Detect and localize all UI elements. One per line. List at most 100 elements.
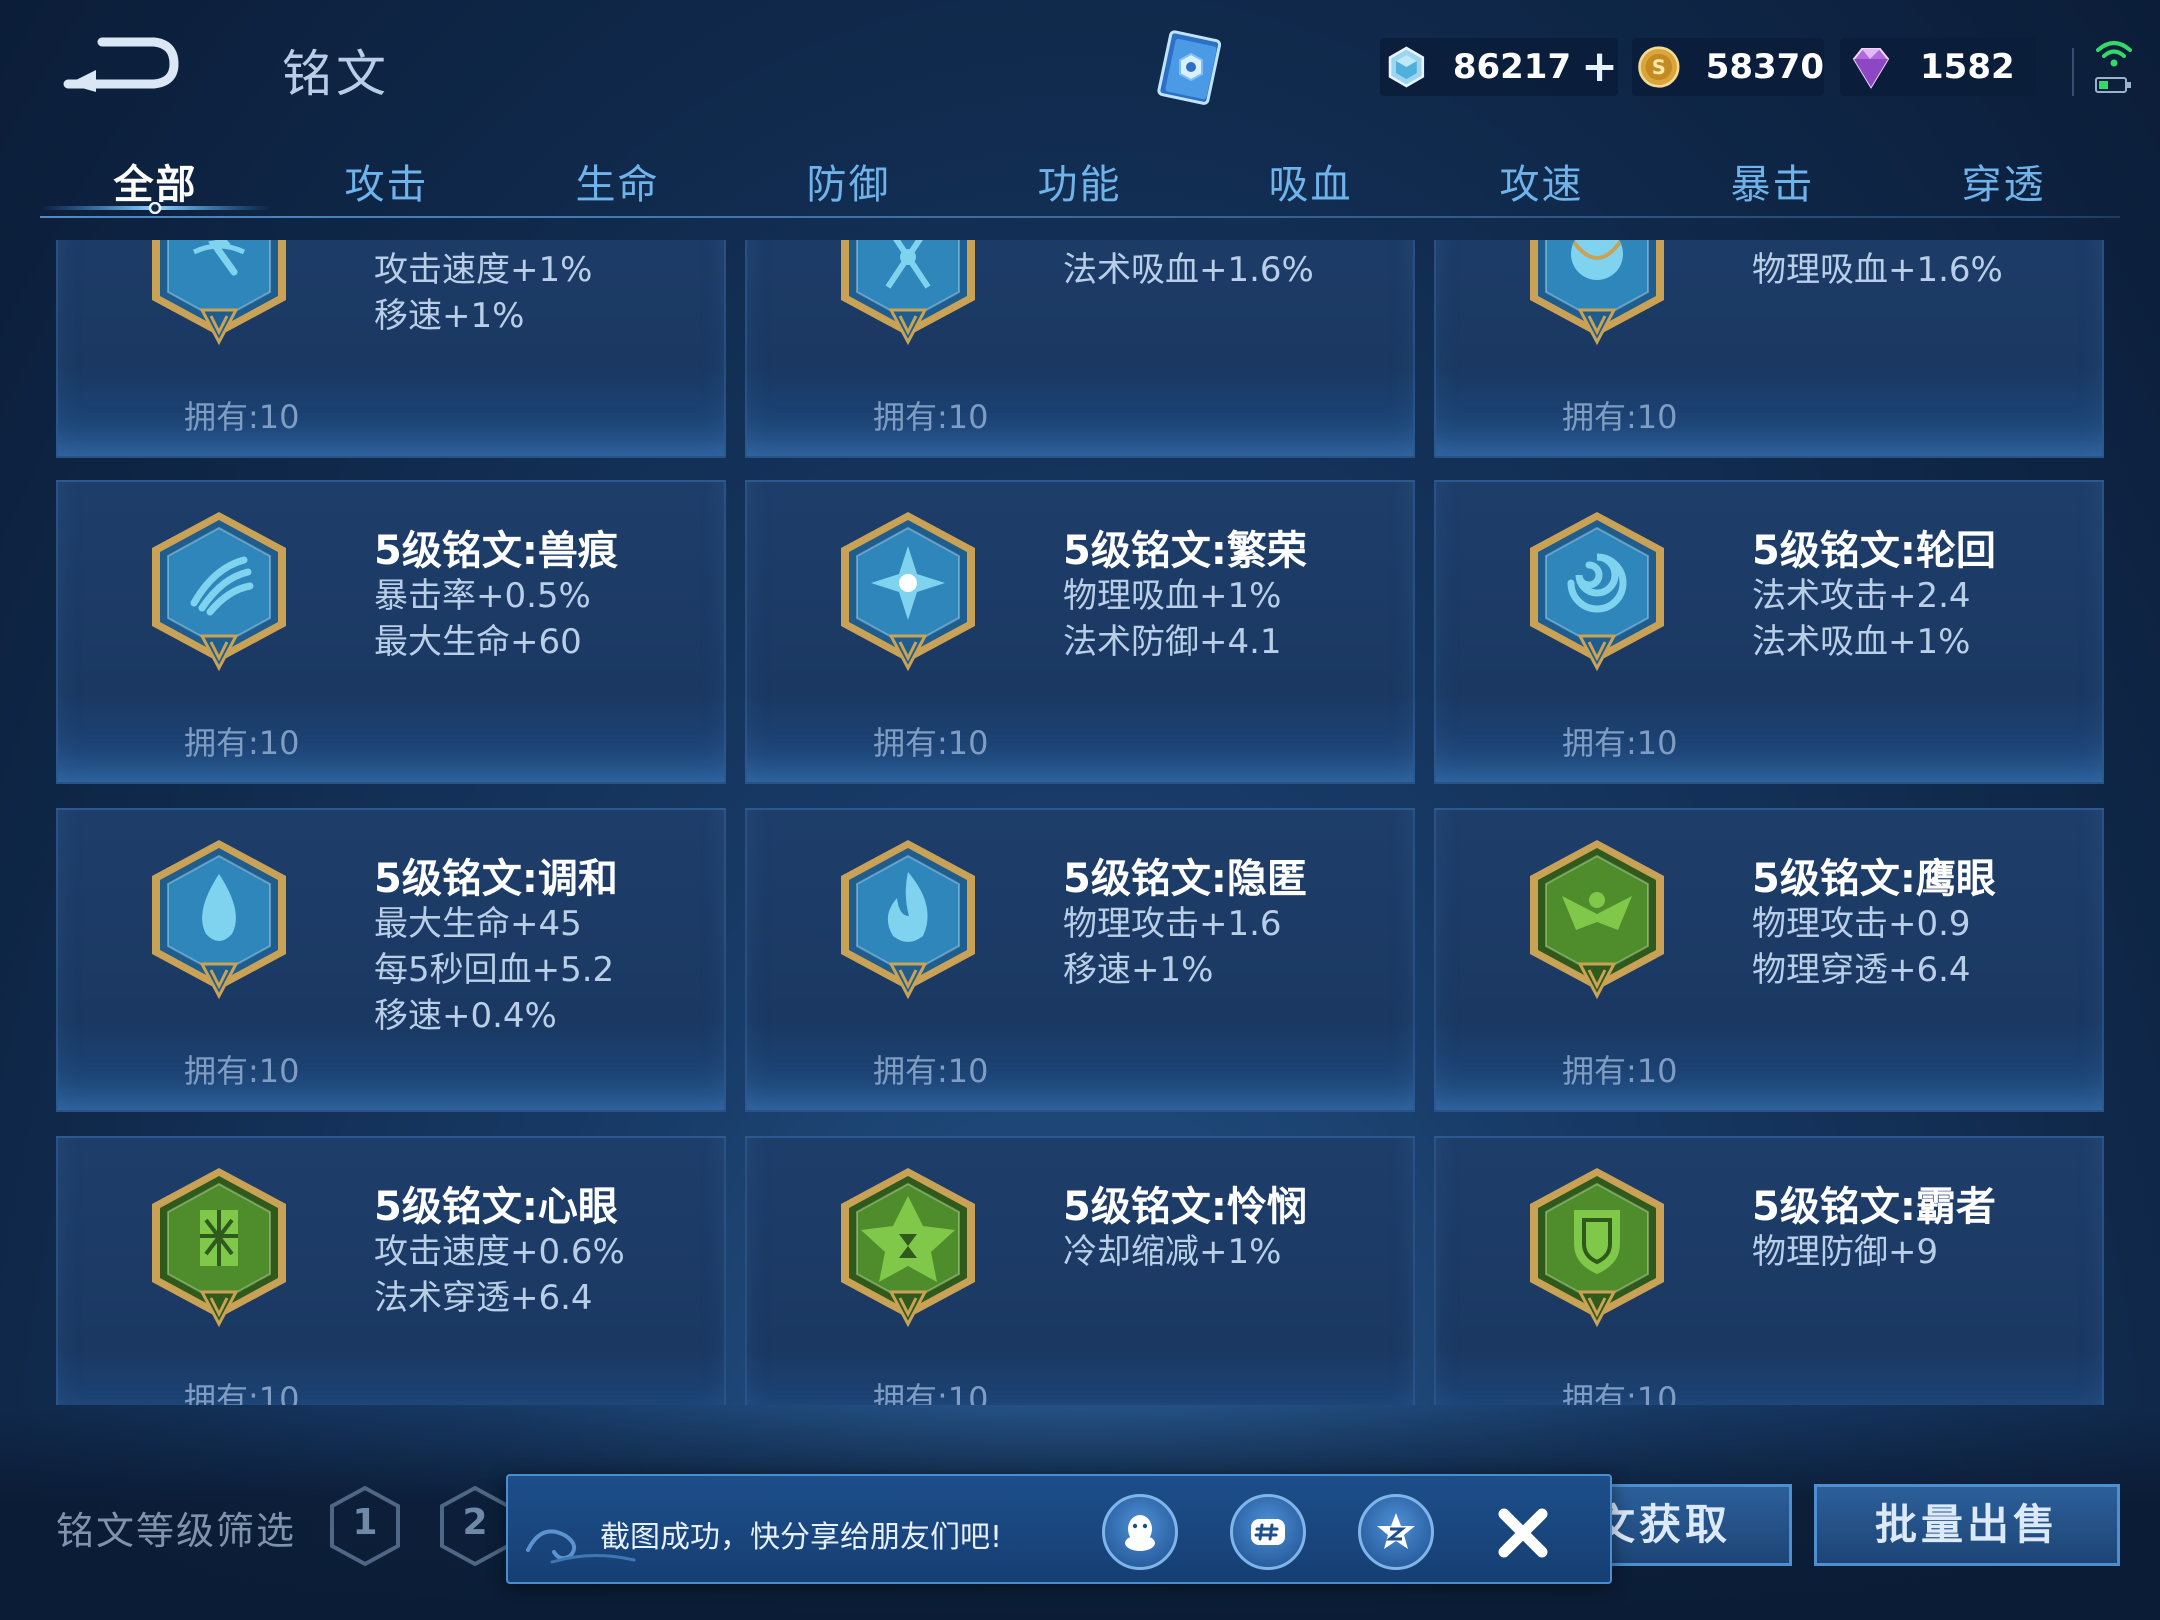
purple-gem-icon bbox=[1852, 48, 1890, 89]
diamond-coupon-balance: 86217 + bbox=[1380, 38, 1618, 96]
add-currency-button[interactable]: + bbox=[1581, 45, 1618, 89]
tab-utility[interactable]: 功能 bbox=[964, 140, 1195, 218]
gold-balance: S 58370 bbox=[1632, 38, 1824, 96]
tab-label: 生命 bbox=[575, 162, 660, 208]
owned-count: 拥有:10 bbox=[1562, 724, 1678, 762]
hourglass-rune-icon bbox=[833, 1164, 983, 1332]
crystal-rune-icon bbox=[833, 240, 983, 350]
claw-rune-icon bbox=[144, 508, 294, 676]
tab-defense[interactable]: 防御 bbox=[733, 140, 964, 218]
share-moments-button[interactable] bbox=[1230, 1494, 1306, 1570]
diamond-coupon-value: 86217 bbox=[1452, 47, 1572, 87]
back-arrow-icon bbox=[63, 37, 179, 92]
tab-label: 暴击 bbox=[1730, 162, 1815, 208]
rune-attribute: 法术吸血+1% bbox=[1752, 622, 1971, 662]
rune-card[interactable]: 5级铭文:隐匿 物理攻击+1.6 移速+1% 拥有:10 bbox=[745, 808, 1415, 1112]
wechat-moments-icon bbox=[1251, 1519, 1285, 1545]
flame-rune-icon bbox=[833, 836, 983, 1004]
owned-count: 拥有:10 bbox=[873, 1052, 989, 1090]
rune-attribute: 法术攻击+2.4 bbox=[1752, 576, 1971, 616]
qq-icon bbox=[1125, 1515, 1155, 1551]
tab-divider bbox=[40, 216, 2120, 218]
screenshot-share-toast: 截图成功，快分享给朋友们吧! bbox=[506, 1474, 1612, 1584]
rune-card[interactable]: 5级铭文:怜悯 冷却缩减+1% 拥有:10 bbox=[745, 1136, 1415, 1405]
rune-card[interactable]: 5级铭文:心眼 攻击速度+0.6% 法术穿透+6.4 拥有:10 bbox=[56, 1136, 726, 1405]
owned-count: 拥有:10 bbox=[184, 398, 300, 436]
rune-attribute: 法术防御+4.1 bbox=[1063, 622, 1282, 662]
top-bar: 铭文 86217 + S 58370 1582 bbox=[0, 0, 2160, 140]
battery-icon bbox=[2095, 77, 2131, 93]
rune-card[interactable]: 5级铭文:轮回 法术攻击+2.4 法术吸血+1% 拥有:10 bbox=[1434, 480, 2104, 784]
gem-balance: 1582 bbox=[1840, 38, 2036, 96]
close-toast-button[interactable] bbox=[1488, 1498, 1558, 1568]
rune-card[interactable]: 5级铭文:兽痕 暴击率+0.5% 最大生命+60 拥有:10 bbox=[56, 480, 726, 784]
rune-attribute: 暴击率+0.5% bbox=[374, 576, 591, 616]
tab-label: 吸血 bbox=[1268, 162, 1353, 208]
owned-count: 拥有:10 bbox=[873, 398, 989, 436]
rune-attribute: 移速+0.4% bbox=[374, 996, 557, 1036]
qzone-icon bbox=[1377, 1513, 1415, 1549]
owned-count: 拥有:10 bbox=[1562, 398, 1678, 436]
share-qzone-button[interactable] bbox=[1358, 1494, 1434, 1570]
rune-card[interactable]: 物理吸血+1.6% 拥有:10 bbox=[1434, 240, 2104, 458]
rune-attribute: 最大生命+45 bbox=[374, 904, 582, 944]
level-filter-2[interactable]: 2 bbox=[438, 1484, 512, 1568]
rune-card[interactable]: 法术吸血+1.6% 拥有:10 bbox=[745, 240, 1415, 458]
toast-message: 截图成功，快分享给朋友们吧! bbox=[600, 1520, 1003, 1555]
rune-card[interactable]: 5级铭文:繁荣 物理吸血+1% 法术防御+4.1 拥有:10 bbox=[745, 480, 1415, 784]
star-cross-rune-icon bbox=[833, 508, 983, 676]
tab-health[interactable]: 生命 bbox=[502, 140, 733, 218]
tab-attack[interactable]: 攻击 bbox=[271, 140, 502, 218]
orb-rune-icon bbox=[1522, 240, 1672, 350]
owned-count: 拥有:10 bbox=[873, 1380, 989, 1405]
rune-attribute: 物理吸血+1% bbox=[1063, 576, 1282, 616]
tab-crit[interactable]: 暴击 bbox=[1657, 140, 1888, 218]
tab-attack-speed[interactable]: 攻速 bbox=[1426, 140, 1657, 218]
owned-count: 拥有:10 bbox=[1562, 1380, 1678, 1405]
tab-lifesteal[interactable]: 吸血 bbox=[1195, 140, 1426, 218]
rune-book-button[interactable] bbox=[1148, 26, 1234, 112]
close-icon bbox=[1498, 1508, 1548, 1558]
rune-attribute: 法术穿透+6.4 bbox=[374, 1278, 593, 1318]
active-tab-indicator bbox=[40, 202, 271, 214]
rune-attribute: 物理防御+9 bbox=[1752, 1232, 1939, 1272]
wifi-icon bbox=[2096, 41, 2132, 67]
rune-card[interactable]: 攻击速度+1% 移速+1% 拥有:10 bbox=[56, 240, 726, 458]
diamond-coupon-icon bbox=[1388, 46, 1425, 88]
rune-card[interactable]: 5级铭文:鹰眼 物理攻击+0.9 物理穿透+6.4 拥有:10 bbox=[1434, 808, 2104, 1112]
lightning-rune-icon bbox=[144, 240, 294, 350]
tab-all[interactable]: 全部 bbox=[40, 140, 271, 218]
owned-count: 拥有:10 bbox=[184, 1052, 300, 1090]
eye-rune-icon bbox=[144, 1164, 294, 1332]
gem-value: 1582 bbox=[1920, 47, 2015, 87]
rune-attribute: 移速+1% bbox=[374, 296, 525, 336]
tab-label: 功能 bbox=[1037, 162, 1122, 208]
shield-rune-icon bbox=[1522, 1164, 1672, 1332]
rune-card[interactable]: 5级铭文:霸者 物理防御+9 拥有:10 bbox=[1434, 1136, 2104, 1405]
rune-attribute: 物理穿透+6.4 bbox=[1752, 950, 1971, 990]
category-tabs: 全部 攻击 生命 防御 功能 吸血 攻速 暴击 穿透 bbox=[40, 140, 2120, 218]
status-indicators bbox=[2094, 38, 2134, 98]
tab-penetration[interactable]: 穿透 bbox=[1888, 140, 2119, 218]
drop-rune-icon bbox=[144, 836, 294, 1004]
rune-attribute: 移速+1% bbox=[1063, 950, 1214, 990]
rune-book-icon bbox=[1157, 30, 1222, 105]
rune-attribute: 攻击速度+0.6% bbox=[374, 1232, 625, 1272]
rune-card[interactable]: 5级铭文:调和 最大生命+45 每5秒回血+5.2 移速+0.4% 拥有:10 bbox=[56, 808, 726, 1112]
tab-label: 攻速 bbox=[1499, 162, 1584, 208]
tab-label: 防御 bbox=[806, 162, 891, 208]
owned-count: 拥有:10 bbox=[873, 724, 989, 762]
swirl-rune-icon bbox=[1522, 508, 1672, 676]
page-title: 铭文 bbox=[282, 45, 390, 103]
share-qq-button[interactable] bbox=[1102, 1494, 1178, 1570]
back-button[interactable] bbox=[58, 26, 188, 106]
gold-value: 58370 bbox=[1705, 47, 1824, 87]
rune-grid: 攻击速度+1% 移速+1% 拥有:10 法术吸血+1.6% 拥有:10 物理吸血… bbox=[0, 240, 2160, 1405]
gold-coin-icon: S bbox=[1638, 46, 1680, 88]
rune-attribute: 法术吸血+1.6% bbox=[1063, 250, 1314, 290]
owned-count: 拥有:10 bbox=[184, 1380, 300, 1405]
rune-attribute: 最大生命+60 bbox=[374, 622, 582, 662]
bulk-sell-button[interactable]: 批量出售 bbox=[1814, 1484, 2120, 1566]
owned-count: 拥有:10 bbox=[1562, 1052, 1678, 1090]
level-filter-1[interactable]: 1 bbox=[328, 1484, 402, 1568]
